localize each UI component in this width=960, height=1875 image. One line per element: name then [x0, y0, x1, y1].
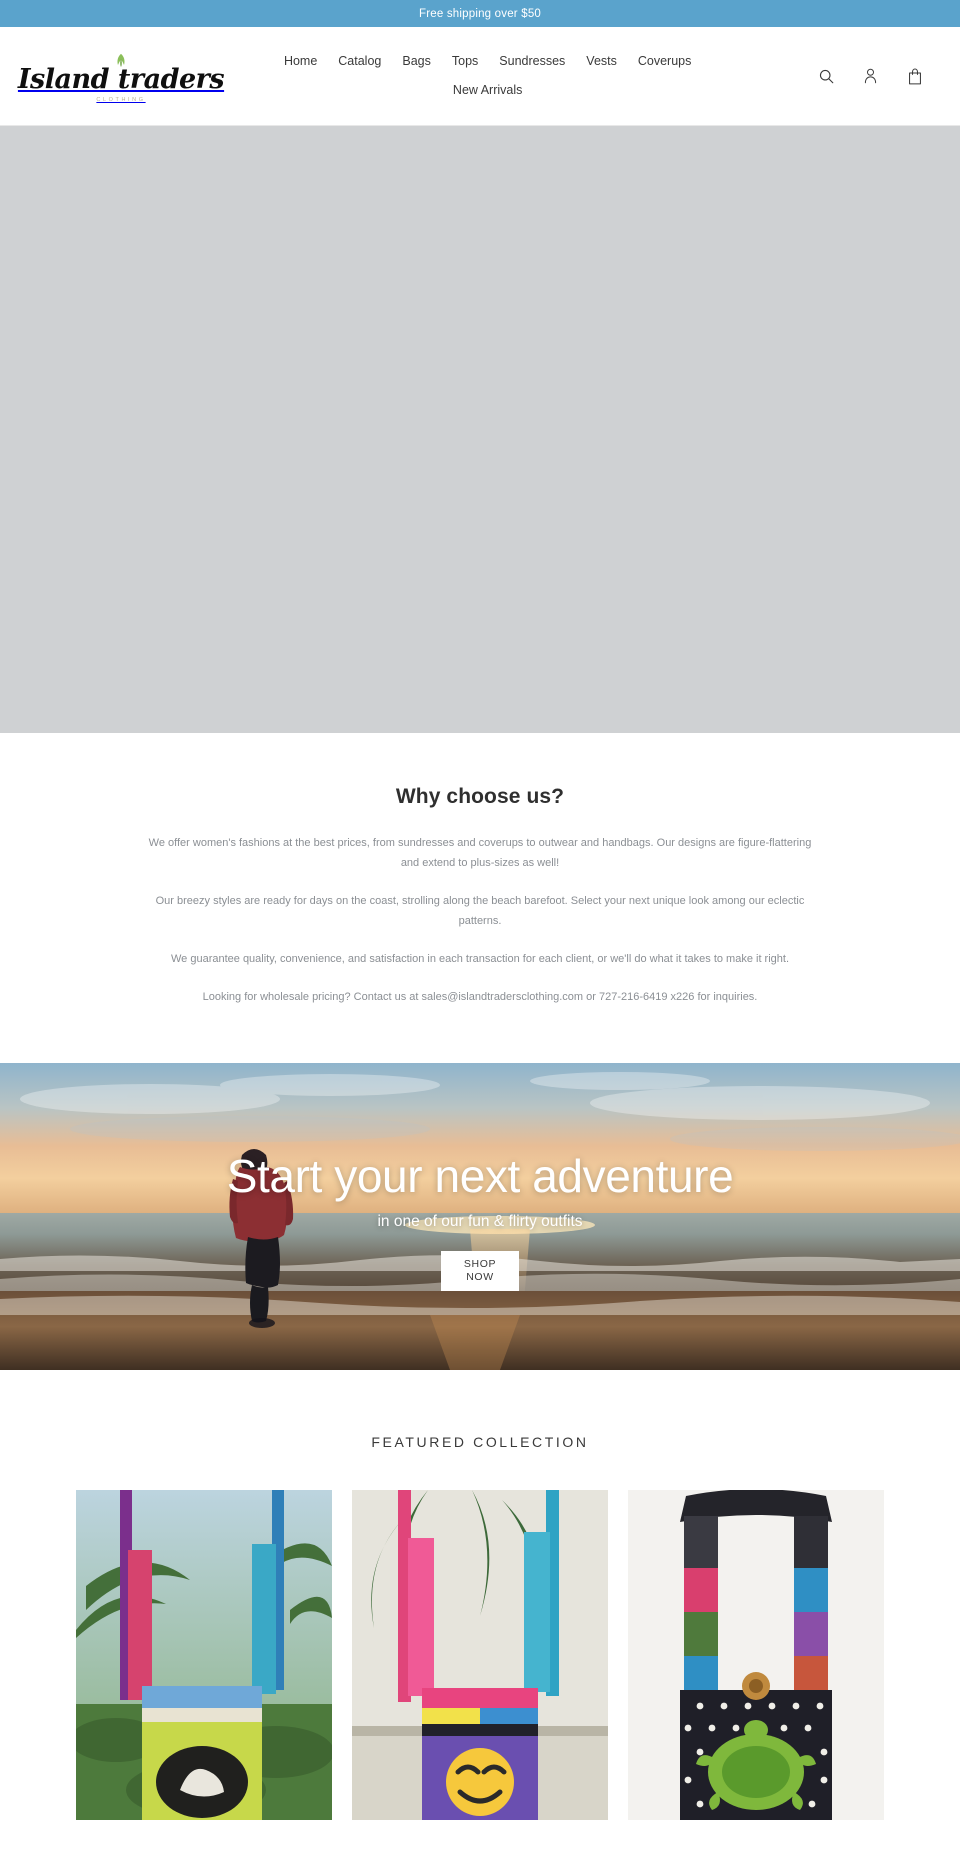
product-image-3	[628, 1490, 884, 1820]
nav-item-catalog[interactable]: Catalog	[338, 52, 381, 71]
product-image-2	[352, 1490, 608, 1820]
banner-content: Start your next adventure in one of our …	[0, 1063, 960, 1370]
section-heading-why-choose-us: Why choose us?	[395, 785, 565, 808]
header-icon-group	[816, 64, 934, 88]
account-icon[interactable]	[860, 64, 882, 88]
hero-slideshow-placeholder[interactable]	[0, 126, 960, 733]
why-choose-us-section: Why choose us? We offer women's fashions…	[0, 733, 960, 1063]
nav-item-coverups[interactable]: Coverups	[638, 52, 692, 71]
main-navigation: Home Catalog Bags Tops Sundresses Vests …	[253, 52, 723, 100]
richtext-paragraph-3: We guarantee quality, convenience, and s…	[170, 953, 790, 965]
banner-subheading: in one of our fun & flirty outfits	[377, 1212, 583, 1230]
product-grid	[0, 1490, 960, 1820]
product-image-1	[76, 1490, 332, 1820]
richtext-paragraph-4: Looking for wholesale pricing? Contact u…	[202, 991, 758, 1003]
shop-now-button[interactable]: SHOP NOW	[441, 1250, 519, 1291]
nav-item-tops[interactable]: Tops	[452, 52, 478, 71]
search-icon[interactable]	[816, 64, 838, 88]
richtext-paragraph-1: We offer women's fashions at the best pr…	[148, 837, 812, 869]
nav-item-bags[interactable]: Bags	[402, 52, 431, 71]
banner-heading: Start your next adventure	[226, 1150, 734, 1203]
shop-now-line2: NOW	[466, 1270, 494, 1283]
nav-item-home[interactable]: Home	[284, 52, 317, 71]
cart-icon[interactable]	[904, 64, 926, 88]
richtext-paragraph-2: Our breezy styles are ready for days on …	[155, 895, 805, 927]
nav-item-sundresses[interactable]: Sundresses	[499, 52, 565, 71]
nav-item-new-arrivals[interactable]: New Arrivals	[453, 81, 522, 100]
nav-item-vests[interactable]: Vests	[586, 52, 617, 71]
announcement-text: Free shipping over $50	[418, 7, 542, 20]
logo-wordmark: Island traders	[17, 63, 225, 95]
announcement-bar: Free shipping over $50	[0, 0, 960, 27]
logo-subtitle: CLOTHING	[96, 97, 146, 104]
site-logo[interactable]: Island traders CLOTHING	[18, 49, 225, 104]
site-header: Island traders CLOTHING Home Catalog Bag…	[0, 27, 960, 126]
product-card-3[interactable]	[628, 1490, 884, 1820]
product-card-1[interactable]	[76, 1490, 332, 1820]
product-card-2[interactable]	[352, 1490, 608, 1820]
featured-collection-section: FEATURED COLLECTION	[0, 1370, 960, 1820]
promo-banner: Start your next adventure in one of our …	[0, 1063, 960, 1370]
shop-now-line1: SHOP	[463, 1257, 497, 1270]
featured-collection-title: FEATURED COLLECTION	[371, 1434, 589, 1450]
